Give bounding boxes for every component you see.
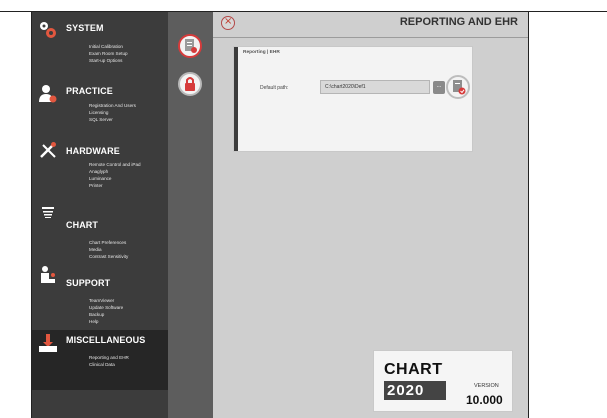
sidebar-item-luminance[interactable]: Luminance (89, 175, 141, 182)
sidebar-item-printer[interactable]: Printer (89, 182, 141, 189)
sidebar-item-remote-control[interactable]: Remote Control and iPad (89, 161, 141, 168)
section-title-hardware[interactable]: HARDWARE (66, 146, 120, 156)
close-button[interactable]: × (221, 16, 235, 30)
logo-year-badge: 2020 (384, 381, 446, 400)
right-border (528, 12, 529, 418)
reporting-ehr-panel: Reporting | EHR Default path: C:\chart20… (233, 46, 473, 152)
panel-title: Reporting | EHR (243, 50, 280, 55)
panel-accent-bar (234, 47, 238, 151)
browse-button[interactable]: ... (433, 81, 445, 94)
version-label: VERSION (474, 383, 499, 389)
sidebar-item-media[interactable]: Media (89, 246, 128, 253)
app-window: SYSTEM Initial Calibration Exam Room Set… (0, 0, 607, 418)
section-title-system[interactable]: SYSTEM (66, 23, 104, 33)
report-document-icon (185, 39, 197, 53)
sidebar-item-contrast-sensitivity[interactable]: Contrast Sensitivity (89, 253, 128, 260)
close-icon: × (224, 16, 233, 27)
section-items-support: TeamViewer Update Software Backup Help (89, 297, 123, 325)
sidebar-item-initial-calibration[interactable]: Initial Calibration (89, 43, 128, 50)
support-person-icon (41, 266, 55, 283)
logo-trademark: · (442, 361, 444, 366)
tools-icon (40, 142, 56, 158)
export-report-button[interactable] (446, 75, 470, 99)
section-items-hardware: Remote Control and iPad Anaglyph Luminan… (89, 161, 141, 189)
sidebar-item-registration[interactable]: Registration And Users (89, 102, 136, 109)
section-title-support[interactable]: SUPPORT (66, 278, 110, 288)
report-button[interactable] (178, 34, 202, 58)
download-tray-icon (39, 334, 57, 352)
sidebar-item-startup-options[interactable]: Start-up Options (89, 57, 128, 64)
export-document-icon (453, 80, 466, 95)
lock-icon (185, 77, 195, 91)
section-items-chart: Chart Preferences Media Contrast Sensiti… (89, 239, 128, 260)
sidebar-item-chart-preferences[interactable]: Chart Preferences (89, 239, 128, 246)
section-items-system: Initial Calibration Exam Room Setup Star… (89, 43, 128, 64)
section-items-practice: Registration And Users Licensing SQL Ser… (89, 102, 136, 123)
chart2020-logo: CHART · 2020 VERSION 10.000 (373, 350, 513, 412)
sub-toolbar (168, 12, 213, 418)
sidebar-item-anaglyph[interactable]: Anaglyph (89, 168, 141, 175)
sidebar: SYSTEM Initial Calibration Exam Room Set… (32, 12, 200, 418)
logo-chart-text: CHART (384, 361, 443, 378)
default-path-label: Default path: (260, 85, 289, 91)
sidebar-item-licensing[interactable]: Licensing (89, 109, 136, 116)
sidebar-item-teamviewer[interactable]: TeamViewer (89, 297, 123, 304)
version-value: 10.000 (466, 393, 503, 407)
sidebar-item-exam-room-setup[interactable]: Exam Room Setup (89, 50, 128, 57)
user-gear-icon (39, 85, 57, 103)
lock-button[interactable] (178, 72, 202, 96)
section-title-chart[interactable]: CHART (66, 220, 98, 230)
logo-year-text: 2020 (387, 382, 425, 399)
sidebar-item-reporting-ehr[interactable]: Reporting and EHR (89, 354, 129, 361)
sidebar-item-help[interactable]: Help (89, 318, 123, 325)
section-title-practice[interactable]: PRACTICE (66, 86, 113, 96)
title-divider (213, 37, 528, 38)
sidebar-item-sql-server[interactable]: SQL Server (89, 116, 136, 123)
section-title-miscellaneous[interactable]: MISCELLANEOUS (66, 335, 145, 345)
section-items-miscellaneous: Reporting and EHR Clinical Data (89, 354, 129, 368)
page-title: REPORTING AND EHR (399, 16, 518, 28)
sidebar-item-clinical-data[interactable]: Clinical Data (89, 361, 129, 368)
sidebar-item-backup[interactable]: Backup (89, 311, 123, 318)
main-content: × REPORTING AND EHR Reporting | EHR Defa… (213, 12, 528, 418)
eye-chart-icon (42, 207, 54, 218)
gears-icon (40, 22, 56, 38)
default-path-field[interactable]: C:\chart2020\Def1 (320, 80, 430, 94)
sidebar-item-update-software[interactable]: Update Software (89, 304, 123, 311)
